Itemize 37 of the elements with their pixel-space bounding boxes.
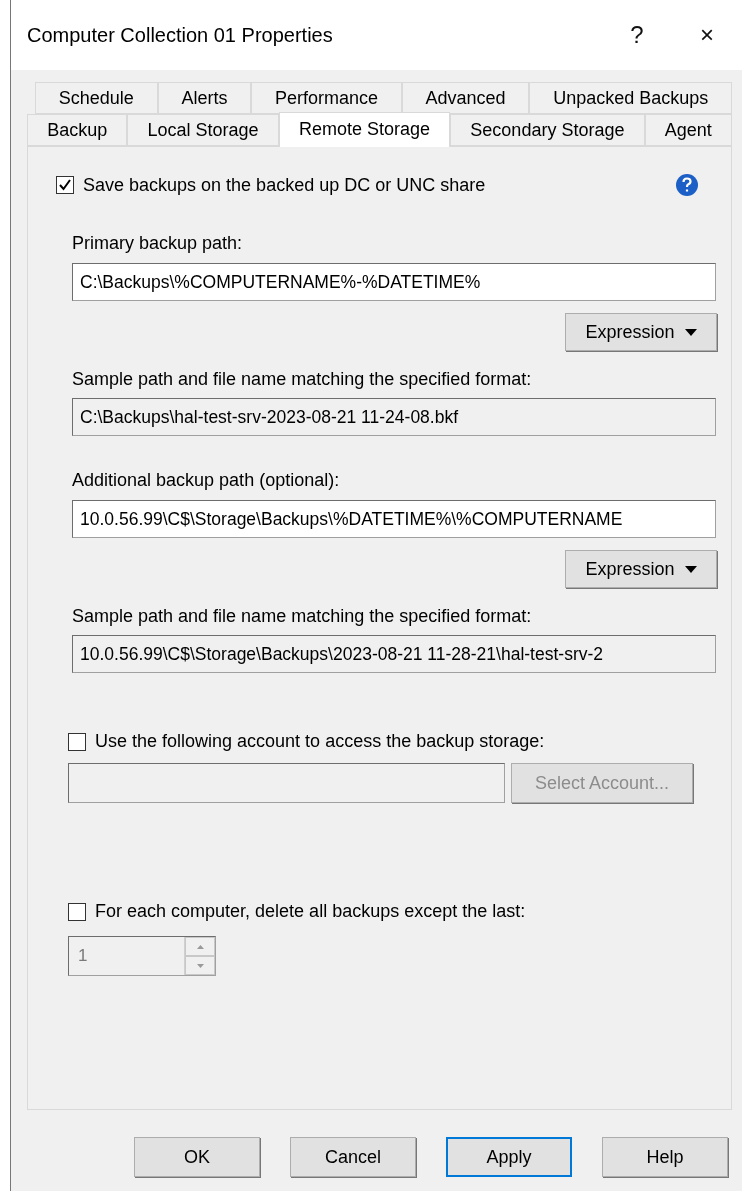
checkbox-label: For each computer, delete all backups except the last: [95, 901, 526, 922]
expression-button[interactable]: Expression [565, 550, 717, 588]
down-arrow-icon [196, 963, 204, 968]
dialog-button[interactable]: OK [134, 1137, 260, 1177]
field-label: Sample path and file name matching the specified format: [72, 606, 533, 627]
up-arrow-icon [196, 944, 204, 949]
dialog-button[interactable]: Apply [446, 1137, 572, 1177]
path-input-field[interactable]: 10.0.56.99\C$\Storage\Backups\%DATETIME%\%COMPUTERNAME [72, 500, 716, 538]
sample-path-field: C:\Backups\hal-test-srv-2023-08-21 11-24-08.bkf [72, 398, 716, 436]
help-icon[interactable] [675, 173, 699, 197]
close-button[interactable]: × [672, 0, 742, 70]
check-icon [58, 178, 72, 192]
field-label: Sample path and file name matching the specified format: [72, 369, 533, 390]
caret-icon [684, 328, 697, 336]
field-label: Primary backup path: [72, 233, 244, 254]
help-button[interactable]: ? [602, 0, 672, 70]
window-title: Computer Collection 01 Properties [27, 23, 334, 47]
tab[interactable]: Agent [644, 114, 732, 146]
tab[interactable]: Remote Storage [278, 112, 451, 147]
tab[interactable]: Unpacked Backups [529, 82, 732, 114]
tab[interactable]: Secondary Storage [450, 114, 645, 146]
tab[interactable]: Performance [251, 82, 402, 114]
tab[interactable]: Advanced [401, 82, 530, 114]
dialog-button[interactable]: Cancel [290, 1137, 416, 1177]
dialog-button[interactable]: Help [602, 1137, 728, 1177]
field-label: Additional backup path (optional): [72, 470, 341, 491]
checkbox[interactable] [56, 176, 74, 194]
path-input-field[interactable]: C:\Backups\%COMPUTERNAME%-%DATETIME% [72, 263, 716, 301]
tab[interactable]: Backup [27, 114, 128, 146]
caret-icon [684, 565, 697, 573]
checkbox-label: Use the following account to access the backup storage: [95, 731, 545, 752]
tab[interactable]: Local Storage [127, 114, 279, 146]
checkbox-label: Save backups on the backed up DC or UNC share [83, 174, 486, 196]
tab[interactable]: Schedule [35, 82, 158, 114]
expression-button[interactable]: Expression [565, 313, 717, 351]
tab[interactable]: Alerts [157, 82, 252, 114]
sample-path-field: 10.0.56.99\C$\Storage\Backups\2023-08-21 11-28-21\hal-test-srv-2 [72, 635, 716, 673]
